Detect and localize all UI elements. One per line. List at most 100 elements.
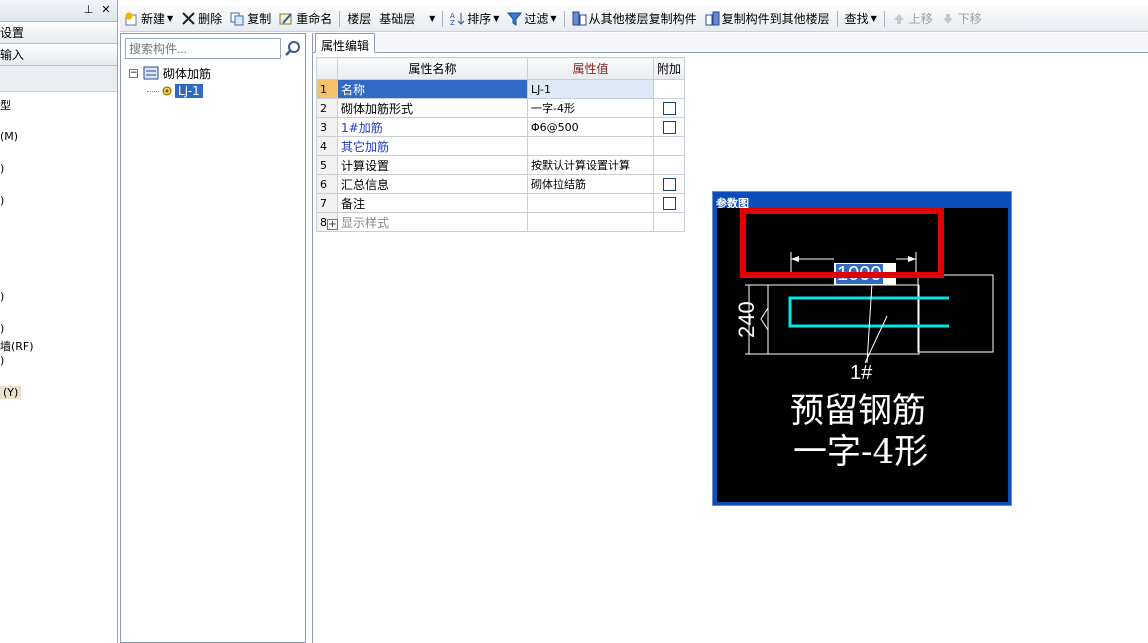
tree-root-label: 砌体加筋 <box>163 66 212 81</box>
move-up-button[interactable]: 上移 <box>888 8 937 30</box>
copy-icon <box>230 11 245 26</box>
tree-child-label: LJ-1 <box>175 84 203 98</box>
leader-line <box>864 282 888 364</box>
module-navigator-panel: ⊥ ✕ 设置 输入 型 (M) ) ) ) ) 墙(RF) ) (Y) <box>0 0 118 643</box>
new-icon <box>124 11 139 26</box>
property-name-group: + 显示样式 <box>327 212 528 232</box>
copy-label: 复制 <box>247 12 272 26</box>
diagram-caption-line2: 一字-4形 <box>793 432 928 472</box>
navigator-item[interactable]: ) <box>0 322 4 335</box>
navigator-item[interactable]: 墙(RF) <box>0 338 34 354</box>
floor-select[interactable]: 基础层 ▼ <box>375 8 439 30</box>
navigator-input-label: 输入 <box>0 48 25 62</box>
copy-button[interactable]: 复制 <box>226 8 275 30</box>
close-icon[interactable]: ✕ <box>99 3 113 16</box>
table-row[interactable]: 4 其它加筋 <box>316 136 686 156</box>
move-up-label: 上移 <box>908 12 933 26</box>
move-down-button[interactable]: 下移 <box>937 8 986 30</box>
table-row[interactable]: 2 砌体加筋形式 一字-4形 <box>316 98 686 118</box>
extra-cell <box>652 212 686 232</box>
copy-to-floor-button[interactable]: 复制构件到其他楼层 <box>701 8 834 30</box>
tree-node-child[interactable]: LJ-1 <box>129 82 211 100</box>
tab-property-edit[interactable]: 属性编辑 <box>315 33 376 53</box>
dropdown-arrow-icon: ▼ <box>550 14 557 23</box>
extra-checkbox[interactable] <box>662 102 676 115</box>
row-number: 4 <box>316 136 338 156</box>
property-value-input[interactable]: 砌体拉结筋 <box>527 174 654 194</box>
find-button[interactable]: 查找 ▼ <box>841 8 881 30</box>
table-row[interactable]: 1 名称 LJ-1 <box>316 79 686 99</box>
extra-checkbox[interactable] <box>662 121 676 134</box>
navigator-settings-row[interactable]: 设置 <box>0 22 117 44</box>
filter-button[interactable]: 过滤 ▼ <box>503 8 560 30</box>
property-value-input[interactable]: Φ6@500 <box>527 117 654 137</box>
rename-icon <box>279 11 294 26</box>
navigator-title-bar: ⊥ ✕ <box>0 0 117 22</box>
new-label: 新建 <box>141 12 166 26</box>
toolbar-separator <box>883 10 885 27</box>
name-column-header: 属性名称 <box>337 57 528 80</box>
property-value-input[interactable] <box>527 212 654 232</box>
extra-column-header: 附加 <box>652 57 686 80</box>
table-row[interactable]: 6 汇总信息 砌体拉结筋 <box>316 174 686 194</box>
navigator-item[interactable]: ) <box>0 290 4 303</box>
arrow-down-icon <box>941 11 956 26</box>
sort-icon: AZ <box>450 11 465 27</box>
toolbar-separator <box>563 10 565 27</box>
floor-label: 楼层 <box>343 8 375 30</box>
highlight-annotation-box <box>740 208 944 278</box>
row-number: 2 <box>316 98 338 118</box>
navigator-item[interactable]: 型 <box>0 97 11 113</box>
navigator-section-header <box>0 66 117 92</box>
component-search-input[interactable] <box>125 38 281 59</box>
collapse-icon[interactable]: − <box>129 68 138 78</box>
pin-icon[interactable]: ⊥ <box>82 3 96 16</box>
component-tree: − 砌体加筋 LJ-1 <box>129 64 211 100</box>
column-outline <box>917 274 994 353</box>
rename-button[interactable]: 重命名 <box>275 8 336 30</box>
delete-button[interactable]: 删除 <box>177 8 226 30</box>
property-group-label: 显示样式 <box>341 215 390 230</box>
table-row[interactable]: 5 计算设置 按默认计算设置计算 <box>316 155 686 175</box>
row-number: 7 <box>316 193 338 213</box>
extra-cell <box>652 98 686 118</box>
property-name: 计算设置 <box>337 155 528 175</box>
tree-node-root[interactable]: − 砌体加筋 <box>129 64 211 82</box>
rename-label: 重命名 <box>296 12 333 26</box>
copy-to-floor-icon <box>705 11 720 26</box>
extra-cell <box>652 136 686 156</box>
filter-icon <box>507 11 523 26</box>
navigator-item[interactable]: (M) <box>0 130 18 143</box>
table-row[interactable]: 7 备注 <box>316 193 686 213</box>
navigator-settings-label: 设置 <box>0 26 25 40</box>
property-name: 名称 <box>337 79 528 99</box>
property-name: 1#加筋 <box>337 117 528 137</box>
table-row[interactable]: 3 1#加筋 Φ6@500 <box>316 117 686 137</box>
search-icon[interactable] <box>284 39 302 58</box>
sort-button[interactable]: AZ 排序 ▼ <box>446 8 503 30</box>
property-name: 备注 <box>337 193 528 213</box>
property-value-input[interactable]: 一字-4形 <box>527 98 654 118</box>
floor-select-value: 基础层 <box>379 12 416 26</box>
floor-label-text: 楼层 <box>347 12 372 26</box>
expand-icon[interactable]: + <box>327 218 338 230</box>
navigator-item[interactable]: ) <box>0 194 4 207</box>
property-value-input[interactable] <box>527 193 654 213</box>
navigator-item-selected[interactable]: (Y) <box>0 386 22 399</box>
component-gear-icon <box>161 85 173 97</box>
property-value-input[interactable]: LJ-1 <box>527 79 654 99</box>
property-name: 砌体加筋形式 <box>337 98 528 118</box>
copy-from-floor-button[interactable]: 从其他楼层复制构件 <box>568 8 701 30</box>
break-mark <box>760 307 769 331</box>
extra-cell <box>652 155 686 175</box>
extra-checkbox[interactable] <box>662 197 676 210</box>
navigator-item[interactable]: ) <box>0 354 4 367</box>
property-value-input[interactable]: 按默认计算设置计算 <box>527 155 654 175</box>
table-row[interactable]: 8 + 显示样式 <box>316 212 686 232</box>
navigator-item[interactable]: ) <box>0 162 4 175</box>
filter-label: 过滤 <box>524 12 549 26</box>
new-button[interactable]: 新建 ▼ <box>120 8 177 30</box>
extra-checkbox[interactable] <box>662 178 676 191</box>
navigator-input-row[interactable]: 输入 <box>0 44 117 66</box>
property-value-input[interactable] <box>527 136 654 156</box>
